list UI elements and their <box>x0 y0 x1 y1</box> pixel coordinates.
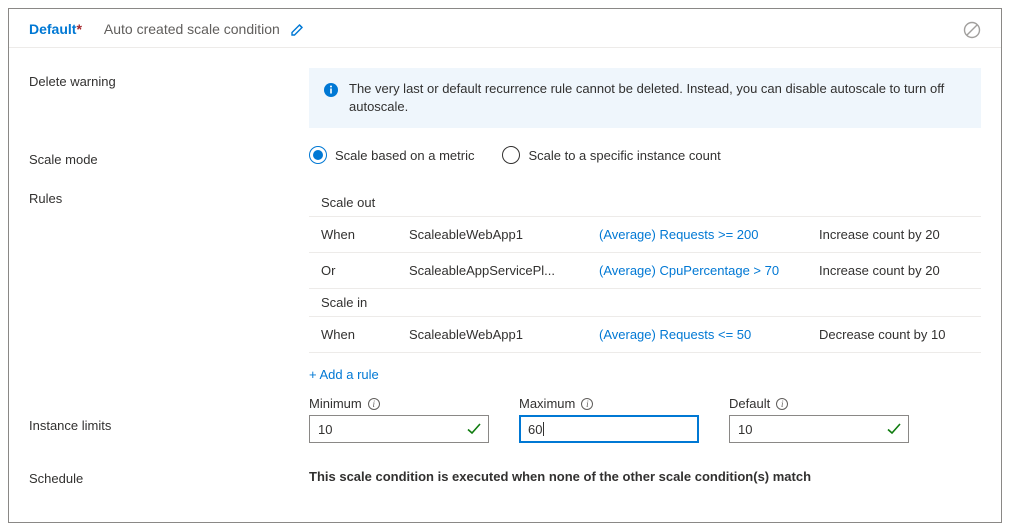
rule-condition-link[interactable]: (Average) Requests >= 200 <box>599 227 819 242</box>
help-icon[interactable]: i <box>581 398 593 410</box>
rule-op: Or <box>321 263 409 278</box>
rules-label: Rules <box>29 185 309 206</box>
table-row[interactable]: When ScaleableWebApp1 (Average) Requests… <box>309 317 981 353</box>
radio-metric[interactable]: Scale based on a metric <box>309 146 474 164</box>
check-icon <box>466 421 482 437</box>
instance-limits-row: Instance limits Minimum i 10 <box>29 396 981 443</box>
instance-limits-label: Instance limits <box>29 396 309 433</box>
maximum-field[interactable]: 60 <box>519 415 699 443</box>
schedule-row: Schedule This scale condition is execute… <box>29 465 981 486</box>
header-title[interactable]: Default* <box>29 21 82 37</box>
rule-resource: ScaleableWebApp1 <box>409 227 599 242</box>
maximum-column: Maximum i 60 <box>519 396 699 443</box>
default-label-wrap: Default i <box>729 396 909 411</box>
rule-action: Decrease count by 10 <box>819 327 969 342</box>
header-description: Auto created scale condition <box>104 21 280 37</box>
scale-mode-label: Scale mode <box>29 146 309 167</box>
schedule-text: This scale condition is executed when no… <box>309 465 981 484</box>
delete-warning-row: Delete warning The very last or default … <box>29 68 981 128</box>
scale-mode-row: Scale mode Scale based on a metric Scale… <box>29 146 981 167</box>
rule-condition-link[interactable]: (Average) CpuPercentage > 70 <box>599 263 819 278</box>
edit-icon[interactable] <box>290 21 306 37</box>
header-title-text: Default <box>29 21 76 37</box>
prohibited-icon[interactable] <box>963 21 981 39</box>
scale-in-header: Scale in <box>309 289 981 317</box>
minimum-label-wrap: Minimum i <box>309 396 489 411</box>
radio-metric-label: Scale based on a metric <box>335 148 474 163</box>
panel-header: Default* Auto created scale condition <box>9 9 1001 48</box>
help-icon[interactable]: i <box>776 398 788 410</box>
table-row[interactable]: When ScaleableWebApp1 (Average) Requests… <box>309 217 981 253</box>
scale-mode-radio-group: Scale based on a metric Scale to a speci… <box>309 146 981 164</box>
rules-row: Rules Scale out When ScaleableWebApp1 (A… <box>29 185 981 388</box>
maximum-value: 60 <box>528 422 542 437</box>
panel-body: Delete warning The very last or default … <box>9 48 1001 506</box>
delete-warning-label: Delete warning <box>29 68 309 89</box>
rule-condition-link[interactable]: (Average) Requests <= 50 <box>599 327 819 342</box>
help-icon[interactable]: i <box>368 398 380 410</box>
info-icon <box>323 82 339 98</box>
add-rule-link[interactable]: + Add a rule <box>309 353 981 388</box>
minimum-label: Minimum <box>309 396 362 411</box>
default-column: Default i 10 <box>729 396 909 443</box>
rule-resource: ScaleableAppServicePl... <box>409 263 599 278</box>
info-banner: The very last or default recurrence rule… <box>309 68 981 128</box>
default-field[interactable]: 10 <box>729 415 909 443</box>
default-label: Default <box>729 396 770 411</box>
check-icon <box>886 421 902 437</box>
maximum-label-wrap: Maximum i <box>519 396 699 411</box>
maximum-label: Maximum <box>519 396 575 411</box>
scale-out-header: Scale out <box>309 189 981 217</box>
radio-instance-label: Scale to a specific instance count <box>528 148 720 163</box>
radio-instance-indicator <box>502 146 520 164</box>
text-cursor <box>543 422 544 436</box>
table-row[interactable]: Or ScaleableAppServicePl... (Average) Cp… <box>309 253 981 289</box>
rule-action: Increase count by 20 <box>819 263 969 278</box>
minimum-column: Minimum i 10 <box>309 396 489 443</box>
required-marker: * <box>76 21 81 37</box>
info-banner-text: The very last or default recurrence rule… <box>349 80 967 116</box>
minimum-value: 10 <box>318 422 332 437</box>
minimum-field[interactable]: 10 <box>309 415 489 443</box>
scale-condition-panel: Default* Auto created scale condition De… <box>8 8 1002 523</box>
rule-op: When <box>321 227 409 242</box>
rule-action: Increase count by 20 <box>819 227 969 242</box>
default-value: 10 <box>738 422 752 437</box>
radio-metric-indicator <box>309 146 327 164</box>
rule-op: When <box>321 327 409 342</box>
schedule-label: Schedule <box>29 465 309 486</box>
radio-instance[interactable]: Scale to a specific instance count <box>502 146 720 164</box>
rule-resource: ScaleableWebApp1 <box>409 327 599 342</box>
